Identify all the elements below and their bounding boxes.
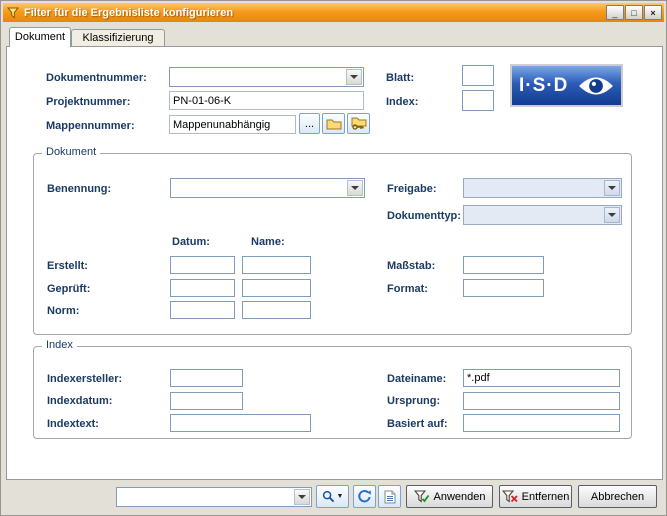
index-group: Index Indexersteller: Dateiname: Indexda…: [33, 346, 632, 439]
name-column-header: Name:: [251, 236, 285, 248]
abbrechen-label: Abbrechen: [591, 491, 644, 503]
format-label: Format:: [387, 283, 428, 295]
benennung-label: Benennung:: [47, 183, 111, 195]
document-icon: [384, 490, 396, 504]
norm-label: Norm:: [47, 305, 79, 317]
eye-icon: [578, 75, 614, 97]
close-icon: ×: [650, 8, 655, 18]
dokumenttyp-label: Dokumenttyp:: [387, 210, 461, 222]
projektnummer-label: Projektnummer:: [46, 96, 130, 108]
basiert-auf-label: Basiert auf:: [387, 418, 448, 430]
chevron-down-icon: ▼: [337, 493, 344, 500]
blatt-input[interactable]: [462, 65, 494, 86]
chevron-down-icon[interactable]: [604, 207, 620, 223]
browse-ellipsis-button[interactable]: ...: [299, 113, 320, 134]
chevron-down-icon[interactable]: [346, 69, 362, 85]
blatt-label: Blatt:: [386, 72, 414, 84]
open-folder-button[interactable]: [322, 113, 345, 134]
dateiname-label: Dateiname:: [387, 373, 446, 385]
refresh-button[interactable]: [353, 485, 376, 508]
dateiname-input[interactable]: [463, 369, 620, 387]
anwenden-button[interactable]: Anwenden: [406, 485, 493, 508]
erstellt-datum-input[interactable]: [170, 256, 235, 274]
indexersteller-input[interactable]: [170, 369, 243, 387]
indexersteller-label: Indexersteller:: [47, 373, 122, 385]
geprueft-datum-input[interactable]: [170, 279, 235, 297]
filter-icon: [7, 7, 19, 19]
format-input[interactable]: [463, 279, 544, 297]
erstellt-label: Erstellt:: [47, 260, 88, 272]
maximize-button[interactable]: □: [625, 5, 643, 20]
indexdatum-label: Indexdatum:: [47, 395, 112, 407]
geprueft-label: Geprüft:: [47, 283, 90, 295]
abbrechen-button[interactable]: Abbrechen: [578, 485, 657, 508]
chevron-down-icon[interactable]: [294, 489, 310, 505]
dokument-group: Dokument Benennung: Freigabe: Dokumentty…: [33, 153, 632, 335]
maximize-icon: □: [631, 8, 636, 18]
norm-datum-input[interactable]: [170, 301, 235, 319]
dialog-window: Filter für die Ergebnisliste konfigurier…: [0, 0, 667, 516]
norm-name-input[interactable]: [242, 301, 311, 319]
mappennummer-label: Mappennummer:: [46, 120, 135, 132]
index-label: Index:: [386, 96, 418, 108]
massstab-input[interactable]: [463, 256, 544, 274]
window-title: Filter für die Ergebnisliste konfigurier…: [24, 7, 233, 19]
dokumentnummer-label: Dokumentnummer:: [46, 72, 147, 84]
mappennummer-input[interactable]: [169, 115, 296, 134]
indextext-input[interactable]: [170, 414, 311, 432]
close-button[interactable]: ×: [644, 5, 662, 20]
isd-logo-text: I·S·D: [519, 75, 568, 97]
chevron-down-icon[interactable]: [604, 180, 620, 196]
erstellt-name-input[interactable]: [242, 256, 311, 274]
folder-key-button[interactable]: [347, 113, 370, 134]
massstab-label: Maßstab:: [387, 260, 435, 272]
chevron-down-icon[interactable]: [347, 180, 363, 196]
projektnummer-input[interactable]: [169, 91, 364, 110]
index-input[interactable]: [462, 90, 494, 111]
dokumentnummer-combo[interactable]: [169, 67, 364, 87]
indexdatum-input[interactable]: [170, 392, 243, 410]
report-document-button[interactable]: [378, 485, 401, 508]
tab-dokument[interactable]: Dokument: [9, 27, 71, 47]
freigabe-combo[interactable]: [463, 178, 622, 198]
ursprung-label: Ursprung:: [387, 395, 440, 407]
minimize-button[interactable]: _: [606, 5, 624, 20]
basiert-auf-input[interactable]: [463, 414, 620, 432]
tab-klassifizierung[interactable]: Klassifizierung: [71, 29, 165, 47]
saved-filter-combo[interactable]: [116, 487, 312, 507]
filter-apply-icon: [414, 490, 430, 503]
filter-remove-icon: [502, 490, 518, 503]
datum-column-header: Datum:: [172, 236, 210, 248]
index-group-title: Index: [42, 339, 77, 351]
search-icon: [322, 490, 335, 503]
dokumenttyp-combo[interactable]: [463, 205, 622, 225]
folder-key-icon: [351, 117, 367, 130]
refresh-icon: [357, 489, 372, 504]
dokument-tab-page: Dokumentnummer: Blatt: I·S·D Projektnumm…: [6, 46, 663, 480]
geprueft-name-input[interactable]: [242, 279, 311, 297]
isd-logo: I·S·D: [510, 64, 623, 107]
minimize-icon: _: [612, 8, 617, 18]
ursprung-input[interactable]: [463, 392, 620, 410]
benennung-combo[interactable]: [170, 178, 365, 198]
freigabe-label: Freigabe:: [387, 183, 437, 195]
entfernen-button[interactable]: Entfernen: [499, 485, 572, 508]
ellipsis-label: ...: [305, 118, 314, 130]
folder-icon: [326, 118, 342, 130]
indextext-label: Indextext:: [47, 418, 99, 430]
entfernen-label: Entfernen: [522, 491, 570, 503]
title-bar: Filter für die Ergebnisliste konfigurier…: [3, 3, 664, 22]
search-button[interactable]: ▼: [316, 485, 349, 508]
dokument-group-title: Dokument: [42, 146, 100, 158]
anwenden-label: Anwenden: [434, 491, 486, 503]
